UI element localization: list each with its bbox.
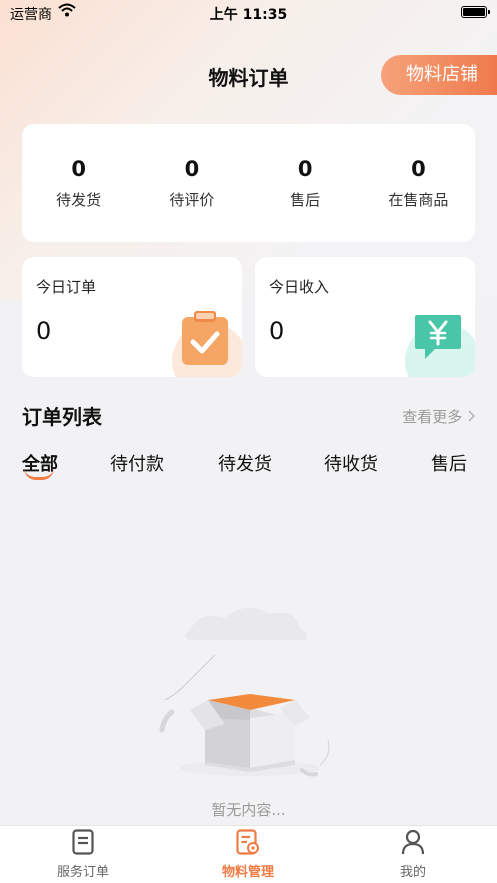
stat-pending-shipment[interactable]: 0 待发货 [23,157,135,210]
nav-material-management[interactable]: 物料管理 [193,829,303,880]
empty-box-illustration [150,600,350,794]
nav-label: 服务订单 [56,865,109,880]
tab-pending-payment[interactable]: 待付款 [110,450,164,476]
view-more-link[interactable]: 查看更多 [402,406,476,427]
today-orders-value: 0 [36,317,52,345]
stat-value: 0 [297,156,313,181]
today-orders-card[interactable]: 今日订单 0 [22,257,242,377]
tab-label: 待发货 [218,454,272,475]
material-store-button[interactable]: 物料店铺 [381,55,497,95]
status-bar: 运营商 上午 11:35 [0,0,497,24]
clipboard-check-icon [180,311,230,371]
stat-on-sale[interactable]: 0 在售商品 [362,157,474,210]
nav-mine[interactable]: 我的 [358,829,468,880]
today-orders-title: 今日订单 [36,278,97,296]
nav-service-orders[interactable]: 服务订单 [28,829,138,880]
tab-pending-shipment[interactable]: 待发货 [218,450,272,476]
active-tab-indicator [24,468,54,480]
order-status-tabs: 全部 待付款 待发货 待收货 售后 [22,450,475,490]
stat-label: 在售商品 [388,190,449,209]
tab-after-sales[interactable]: 售后 [431,450,467,476]
stats-card: 0 待发货 0 待评价 0 售后 0 在售商品 [22,124,475,242]
battery-icon [461,6,490,18]
stat-label: 售后 [290,190,321,209]
stat-after-sales[interactable]: 0 售后 [249,157,361,210]
stat-value: 0 [71,156,86,181]
stat-value: 0 [411,156,426,181]
person-icon [401,829,425,859]
yen-chat-icon [413,311,463,367]
today-income-value: 0 [269,317,285,345]
stat-label: 待发货 [56,190,102,209]
chevron-right-icon [467,408,476,426]
document-icon [72,829,94,859]
nav-label: 我的 [399,865,426,880]
tab-label: 待付款 [110,454,164,475]
tab-all[interactable]: 全部 [22,450,58,480]
today-income-title: 今日收入 [269,278,330,296]
tab-pending-receipt[interactable]: 待收货 [324,450,378,476]
stat-pending-review[interactable]: 0 待评价 [136,157,248,210]
tab-label: 售后 [431,454,467,475]
tab-label: 待收货 [324,454,378,475]
clock: 上午 11:35 [209,7,288,23]
material-manage-icon [236,829,260,859]
nav-label: 物料管理 [221,865,274,880]
bottom-tab-bar: 服务订单 物料管理 我的 [0,825,497,883]
empty-state-text: 暂无内容... [211,801,286,819]
stat-value: 0 [184,156,200,181]
view-more-label: 查看更多 [402,408,463,426]
today-income-card[interactable]: 今日收入 0 [255,257,475,377]
order-list-title: 订单列表 [22,405,102,429]
stat-label: 待评价 [169,190,215,209]
